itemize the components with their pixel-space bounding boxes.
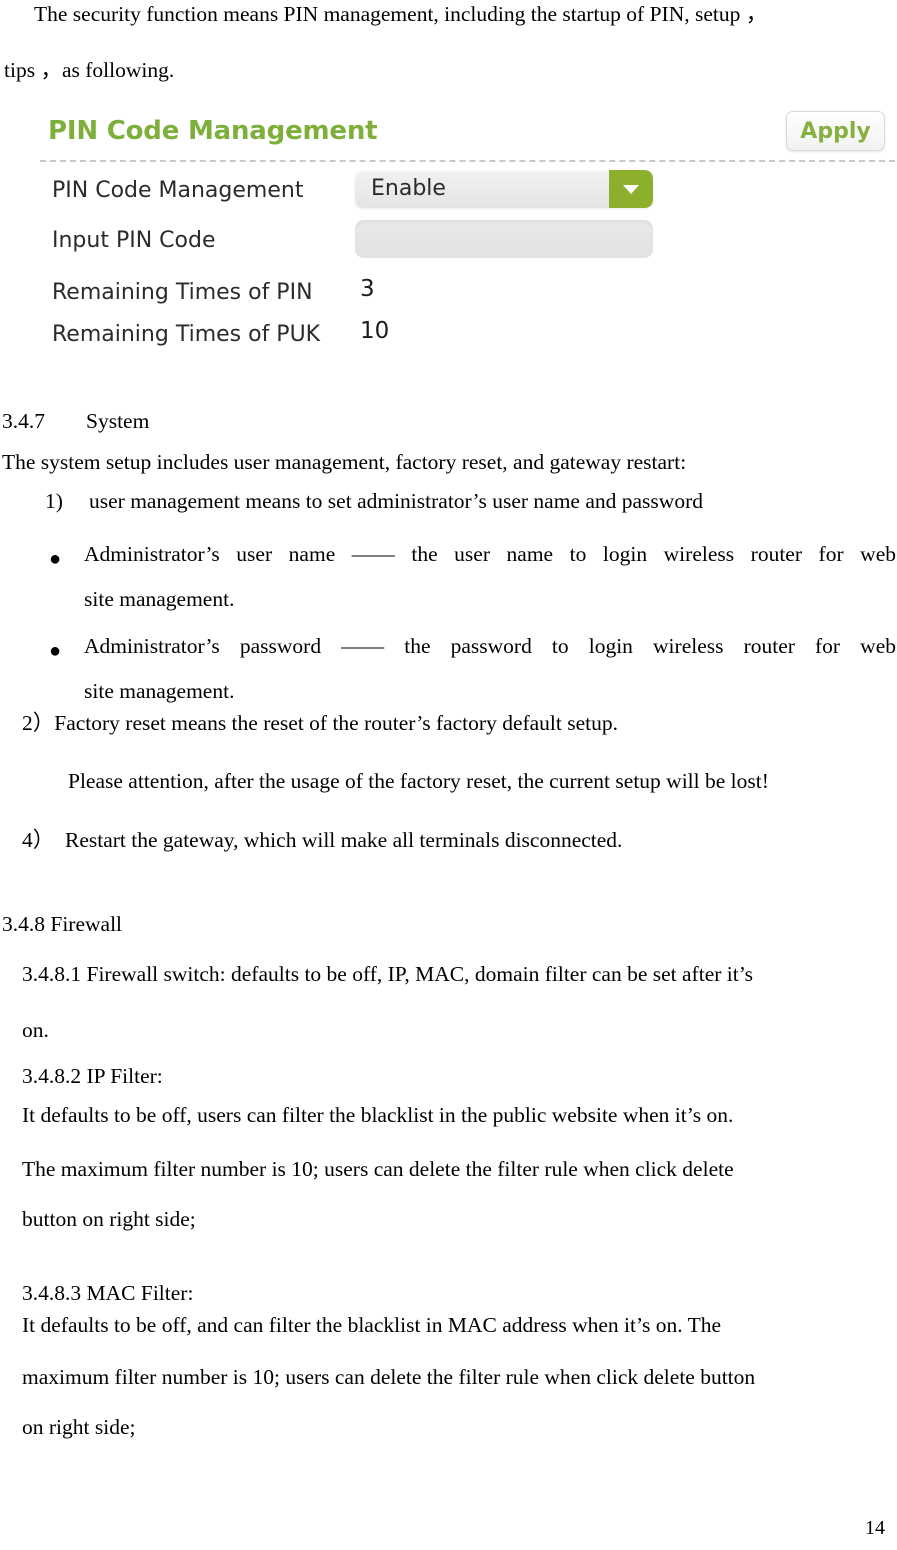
section-3483-line-3: on right side; (22, 1415, 136, 1439)
document-page: The security function means PIN manageme… (0, 0, 897, 1550)
pin-code-management-panel: PIN Code Management Apply PIN Code Manag… (30, 108, 895, 370)
bullet-1-line-2: site management. (84, 587, 235, 611)
apply-button-label: Apply (800, 118, 871, 144)
section-3482-line-2: The maximum filter number is 10; users c… (22, 1157, 734, 1181)
list-item-1-marker: 1) (45, 489, 63, 513)
list-item-4-text: 4） Restart the gateway, which will make … (22, 828, 623, 852)
page-number: 14 (865, 1517, 885, 1539)
intro-paragraph-line-1: The security function means PIN manageme… (34, 2, 768, 26)
bullet-dot-icon: ● (49, 548, 62, 570)
list-item-2-text: 2）Factory reset means the reset of the r… (22, 711, 619, 735)
section-3482-line-3: button on right side; (22, 1207, 196, 1231)
pin-panel-header: PIN Code Management Apply (30, 108, 890, 160)
section-347-number: 3.4.7 (2, 409, 45, 433)
pin-row-label-input-pin-code: Input PIN Code (52, 228, 216, 253)
bullet-2-line-1: Administrator’s password —— the password… (84, 634, 896, 658)
section-3482-title: 3.4.8.2 IP Filter: (22, 1064, 163, 1088)
bullet-dot-icon: ● (49, 640, 62, 662)
list-item-1-text: user management means to set administrat… (89, 489, 703, 513)
section-348-title: 3.4.8 Firewall (2, 912, 123, 936)
pin-row-value-remaining-times-puk: 10 (360, 318, 390, 344)
pin-row-label-remaining-times-pin: Remaining Times of PIN (52, 280, 313, 305)
section-3481-line-2: on. (22, 1018, 49, 1042)
pin-row-label-remaining-times-puk: Remaining Times of PUK (52, 322, 321, 347)
section-347-title: System (86, 409, 150, 433)
section-3483-line-1: It defaults to be off, and can filter th… (22, 1313, 721, 1337)
chevron-down-icon[interactable] (609, 170, 653, 208)
pin-code-management-select[interactable]: Enable (355, 170, 653, 208)
section-347-intro: The system setup includes user managemen… (2, 450, 687, 474)
input-pin-code-field[interactable] (355, 220, 653, 258)
section-3483-title: 3.4.8.3 MAC Filter: (22, 1281, 194, 1305)
intro-paragraph-line-2: tips ，as following. (4, 58, 175, 82)
pin-row-value-remaining-times-pin: 3 (360, 276, 375, 302)
section-3483-line-2: maximum filter number is 10; users can d… (22, 1365, 756, 1389)
pin-code-management-select-value: Enable (371, 176, 446, 201)
apply-button[interactable]: Apply (786, 111, 885, 151)
section-3482-line-1: It defaults to be off, users can filter … (22, 1103, 734, 1127)
section-3481-line-1: 3.4.8.1 Firewall switch: defaults to be … (22, 962, 754, 986)
pin-panel-divider (40, 160, 895, 162)
pin-panel-title: PIN Code Management (48, 116, 378, 146)
bullet-2-line-2: site management. (84, 679, 235, 703)
bullet-1-line-1: Administrator’s user name —— the user na… (84, 542, 896, 566)
list-item-2-note: Please attention, after the usage of the… (68, 769, 769, 793)
pin-row-label-pin-code-management: PIN Code Management (52, 178, 304, 203)
